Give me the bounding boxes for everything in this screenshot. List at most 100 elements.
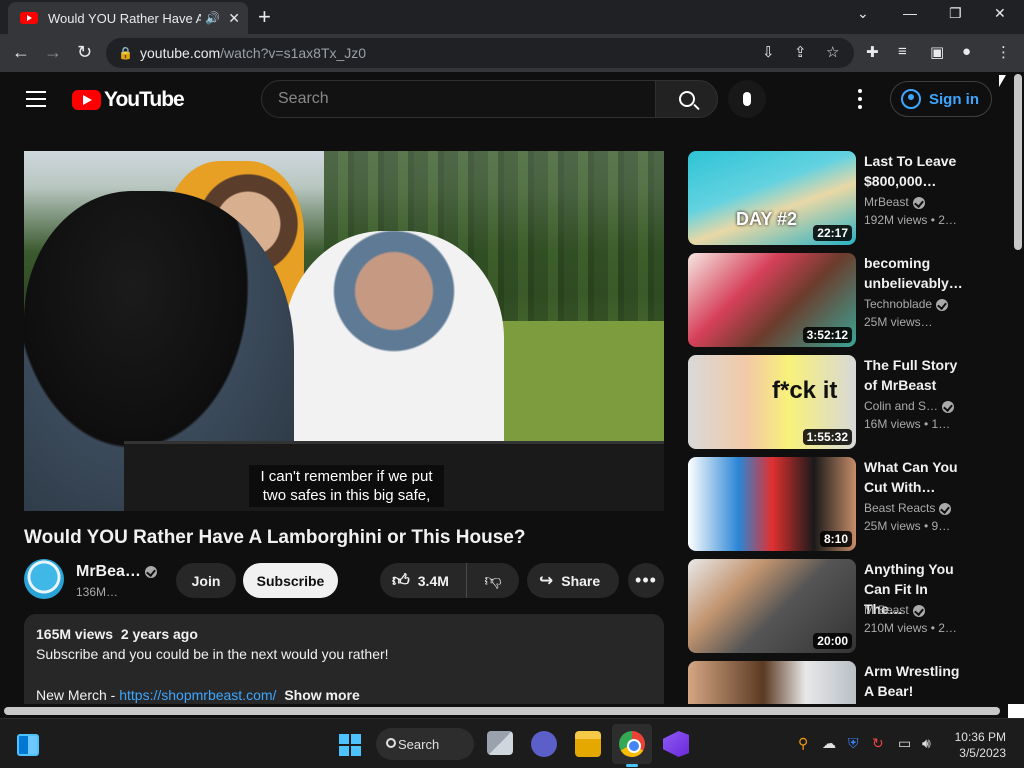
system-clock[interactable]: 10:36 PM 3/5/2023 (952, 729, 1006, 761)
side-panel-icon[interactable]: ▣ (930, 43, 944, 61)
update-icon[interactable]: ↻ (872, 735, 884, 752)
recommendation-title[interactable]: The Full Story of MrBeast (864, 355, 964, 395)
recommendation-item[interactable]: 20:00 Anything You Can Fit In The… MrBea… (688, 559, 988, 653)
recommendation-channel[interactable]: Technoblade (864, 297, 949, 311)
search-input[interactable] (278, 90, 638, 108)
network-icon[interactable]: ▭ (898, 735, 911, 752)
new-tab-button[interactable]: + (258, 6, 271, 28)
minimize-button[interactable]: — (903, 5, 917, 21)
video-thumbnail[interactable]: 8:10 (688, 457, 856, 551)
chrome-menu-icon[interactable]: ⋮ (996, 43, 1011, 61)
duration-badge: 8:10 (819, 531, 852, 547)
share-arrow-icon: ↪ (539, 570, 554, 590)
recommendation-channel[interactable]: MrBeast (864, 603, 925, 617)
speaker-icon[interactable]: 🔊 (205, 11, 220, 25)
video-thumbnail[interactable]: 20:00 (688, 559, 856, 653)
install-icon[interactable]: ⇩ (762, 43, 775, 61)
taskbar-search[interactable]: Search (376, 728, 474, 760)
search-tray-icon[interactable]: ⚲ (798, 735, 808, 752)
share-button[interactable]: ↪ Share (527, 563, 619, 598)
view-stats: 165M views 2 years ago (36, 626, 198, 642)
recommendation-item[interactable]: 8:10 What Can You Cut With… Beast Reacts… (688, 457, 988, 551)
thumbnail-overlay-text: DAY #2 (736, 209, 798, 229)
volume-icon[interactable]: 🔊︎ (922, 735, 931, 752)
bookmark-star-icon[interactable]: ☆ (826, 43, 839, 61)
restore-button[interactable]: ❐ (949, 5, 962, 22)
video-frame-person (284, 231, 504, 471)
reload-button[interactable]: ↻ (77, 42, 92, 63)
mouse-cursor (999, 75, 1006, 87)
menu-icon[interactable] (26, 91, 46, 107)
more-actions-button[interactable]: ••• (628, 563, 664, 598)
lock-icon[interactable]: 🔒 (118, 46, 136, 60)
chrome-icon[interactable] (619, 731, 645, 757)
tab-search-icon[interactable]: ⌄ (857, 5, 869, 22)
merch-prefix: New Merch - (36, 687, 120, 703)
video-player[interactable]: I can't remember if we put two safes in … (24, 151, 664, 511)
dislike-button[interactable]: 👎︎ (467, 563, 519, 598)
profile-icon[interactable]: ● (962, 43, 971, 60)
settings-more-icon[interactable] (858, 89, 864, 113)
extensions-icon[interactable]: ✚ (866, 43, 879, 61)
visual-studio-icon[interactable] (663, 731, 689, 757)
show-more-button[interactable]: Show more (284, 687, 359, 703)
recommendation-title[interactable]: Last To Leave $800,000… (864, 151, 964, 191)
recommendation-title[interactable]: Arm Wrestling A Bear! (864, 661, 964, 701)
start-button[interactable] (339, 734, 361, 756)
channel-avatar[interactable] (24, 559, 64, 599)
teams-chat-icon[interactable] (531, 731, 557, 757)
video-thumbnail[interactable]: DAY #2 22:17 (688, 151, 856, 245)
close-tab-icon[interactable]: ✕ (228, 10, 240, 27)
verified-icon (939, 502, 952, 515)
back-button[interactable]: ← (12, 42, 30, 63)
active-app-indicator (626, 764, 638, 767)
scrollbar-thumb[interactable] (1014, 74, 1022, 250)
description-text: Subscribe and you could be in the next w… (36, 646, 389, 662)
recommendation-title[interactable]: What Can You Cut With… (864, 457, 964, 497)
recommendation-item[interactable]: Arm Wrestling A Bear! (688, 661, 988, 704)
youtube-logo[interactable]: YouTube (72, 88, 185, 112)
address-bar[interactable]: 🔒 youtube.com/watch?v=s1ax8Tx_Jz0 (106, 38, 854, 68)
subscribe-button[interactable]: Subscribe (243, 563, 338, 598)
channel-name[interactable]: MrBea… (76, 563, 157, 581)
file-explorer-icon[interactable] (575, 731, 601, 757)
vertical-scrollbar[interactable] (1012, 72, 1024, 704)
recommendation-item[interactable]: 3:52:12 becoming unbelievably… Technobla… (688, 253, 988, 347)
clock-date: 3/5/2023 (959, 746, 1006, 760)
youtube-header: YouTube Sign in (0, 72, 1012, 126)
recommendation-item[interactable]: f*ck it 1:55:32 The Full Story of MrBeas… (688, 355, 988, 449)
description-box[interactable]: 165M views 2 years ago Subscribe and you… (24, 614, 664, 714)
search-field[interactable] (261, 80, 656, 118)
video-thumbnail[interactable] (688, 661, 856, 704)
browser-tab[interactable]: Would YOU Rather Have A La 🔊 ✕ (8, 2, 248, 34)
recommendation-views: 192M views • 2… (864, 213, 957, 227)
recommendation-title[interactable]: becoming unbelievably… (864, 253, 964, 293)
search-button[interactable] (655, 80, 718, 118)
widgets-icon[interactable] (17, 734, 39, 756)
video-thumbnail[interactable]: f*ck it 1:55:32 (688, 355, 856, 449)
recommendation-channel[interactable]: MrBeast (864, 195, 925, 209)
recommendation-channel[interactable]: Colin and S… (864, 399, 955, 413)
horizontal-scrollbar[interactable] (0, 704, 1012, 718)
recommendation-channel[interactable]: Beast Reacts (864, 501, 952, 515)
video-title: Would YOU Rather Have A Lamborghini or T… (24, 527, 526, 548)
youtube-favicon-icon (20, 12, 38, 24)
task-view-icon[interactable] (487, 731, 513, 755)
voice-search-button[interactable] (728, 80, 766, 118)
close-window-button[interactable]: ✕ (994, 5, 1006, 22)
join-button[interactable]: Join (176, 563, 236, 598)
share-label: Share (561, 572, 601, 589)
forward-button[interactable]: → (44, 42, 62, 63)
security-shield-icon[interactable]: ⛨ (848, 735, 859, 752)
caption-line: two safes in this big safe, (262, 487, 431, 504)
scrollbar-corner (1008, 704, 1024, 718)
merch-link[interactable]: https://shopmrbeast.com/ (119, 687, 276, 703)
sign-in-button[interactable]: Sign in (890, 81, 992, 117)
media-control-icon[interactable]: ≡ (898, 43, 907, 60)
scrollbar-thumb[interactable] (4, 707, 1000, 715)
share-page-icon[interactable]: ⇪ (794, 43, 807, 61)
video-thumbnail[interactable]: 3:52:12 (688, 253, 856, 347)
cloud-off-icon[interactable]: ☁ (822, 735, 836, 752)
recommendation-item[interactable]: DAY #2 22:17 Last To Leave $800,000… MrB… (688, 151, 988, 245)
like-button[interactable]: 👍︎ 3.4M (380, 563, 467, 598)
